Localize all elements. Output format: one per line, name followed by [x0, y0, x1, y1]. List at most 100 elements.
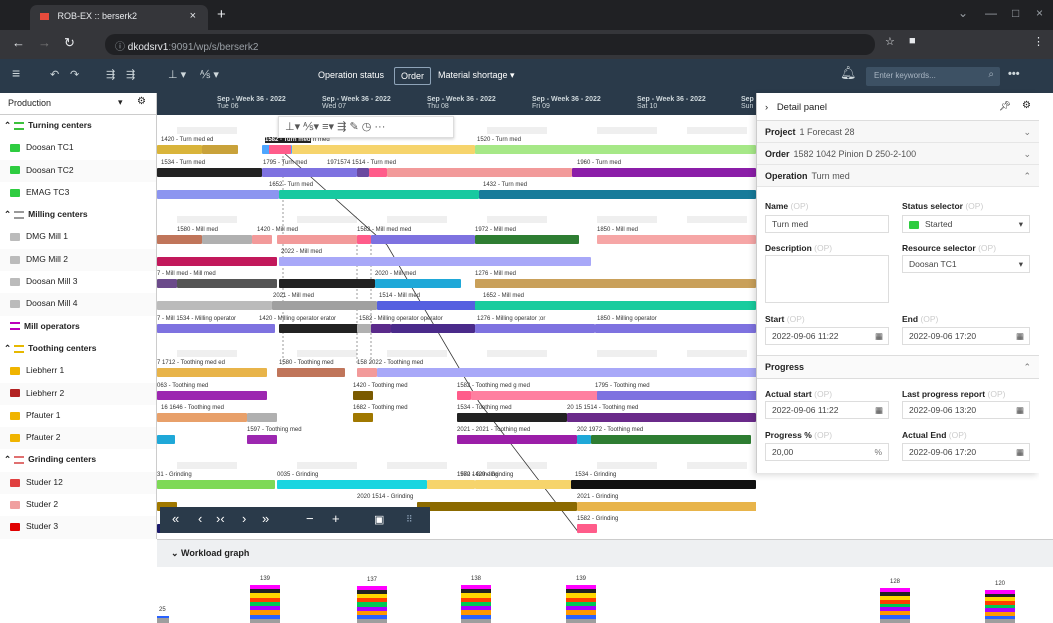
operation-bar[interactable] [353, 390, 373, 400]
operation-bar[interactable] [377, 368, 756, 378]
order-button[interactable]: Order [394, 67, 432, 85]
calendar-icon[interactable]: ▦ [875, 331, 883, 342]
start-date-input[interactable]: 2022-09-06 11:22 ▦ [765, 327, 889, 345]
operation-bar[interactable] [417, 502, 577, 512]
operation-bar[interactable] [269, 145, 291, 155]
prev-button[interactable]: ‹ [198, 511, 202, 526]
resource-row[interactable]: Doosan TC2 [0, 159, 156, 182]
right-scroll-strip[interactable] [1039, 93, 1053, 539]
operation-bar[interactable] [353, 412, 373, 422]
operation-bar[interactable] [387, 167, 572, 177]
search-icon[interactable]: ⌕ [988, 69, 994, 80]
operation-bar[interactable] [277, 234, 357, 244]
operation-bar[interactable] [369, 167, 387, 177]
operation-bar[interactable] [577, 502, 756, 512]
outdent-icon[interactable]: ⇶ [126, 68, 135, 81]
progress-input[interactable]: 20,00% [765, 443, 889, 461]
collapse-icon[interactable]: ⌃ [4, 209, 11, 219]
operation-bar[interactable] [279, 256, 591, 266]
resource-group[interactable]: ⌃ Milling centers [0, 204, 156, 226]
resource-row[interactable]: Liebherr 1 [0, 360, 156, 382]
resource-select[interactable]: Doosan TC1 ▾ [902, 255, 1030, 273]
project-row[interactable]: Project 1 Forecast 28 ⌄ [757, 121, 1039, 143]
operation-bar[interactable] [202, 234, 252, 244]
material-shortage-button[interactable]: Material shortage ▾ [432, 67, 521, 85]
equal-icon[interactable]: ≡▾ [322, 121, 334, 133]
operation-bar[interactable] [157, 412, 247, 422]
operation-bar[interactable] [371, 323, 391, 333]
resource-row[interactable]: DMG Mill 1 [0, 226, 156, 248]
actual-end-input[interactable]: 2022-09-06 17:20 ▦ [902, 443, 1030, 461]
pencil-icon[interactable]: ✎ [349, 121, 358, 133]
operation-bar[interactable] [157, 234, 202, 244]
operation-bar[interactable] [157, 145, 202, 155]
search-input[interactable]: Enter keywords... ⌕ [866, 67, 1000, 86]
operation-bar[interactable] [479, 189, 756, 199]
operation-bar[interactable] [272, 301, 377, 311]
operation-bar[interactable] [157, 479, 275, 489]
operation-bar[interactable] [572, 167, 756, 177]
reload-icon[interactable]: ↻ [64, 35, 75, 51]
resource-row[interactable]: Pfauter 2 [0, 427, 156, 450]
operation-bar[interactable] [277, 479, 427, 489]
url-field[interactable]: ⓘ dkodsrv1:9091/wp/s/berserk2 [105, 34, 875, 55]
operation-bar[interactable] [277, 368, 345, 378]
close-tab-icon[interactable]: × [190, 10, 196, 22]
operation-bar[interactable] [475, 479, 571, 489]
operation-bar[interactable] [597, 390, 756, 400]
workload-bar[interactable] [461, 585, 491, 623]
operation-bar[interactable] [457, 412, 567, 422]
gear-icon[interactable]: ⚙ [1022, 100, 1031, 111]
workload-bar[interactable] [566, 585, 596, 623]
operation-bar[interactable] [279, 323, 359, 333]
last-page-button[interactable]: » [262, 511, 269, 526]
operation-bar[interactable] [457, 435, 577, 445]
clock-icon[interactable]: ◷ [362, 121, 372, 133]
resource-row[interactable]: Mill operators [0, 316, 156, 338]
indent-icon[interactable]: ⇶ [106, 68, 115, 81]
collapse-icon[interactable]: ⌃ [4, 343, 11, 353]
more-icon[interactable]: ··· [374, 121, 385, 133]
hamburger-menu-icon[interactable]: ≡ [12, 65, 20, 81]
maximize-icon[interactable]: □ [1012, 6, 1019, 20]
browser-tab[interactable]: ROB-EX :: berserk2 × [30, 5, 208, 30]
order-row[interactable]: Order 1582 1042 Pinion D 250-2-100 ⌄ [757, 143, 1039, 165]
operation-bar[interactable] [595, 323, 756, 333]
resource-row[interactable]: EMAG TC3 [0, 182, 156, 204]
first-page-button[interactable]: « [172, 511, 179, 526]
operation-bar[interactable] [177, 279, 277, 289]
operation-bar[interactable] [475, 323, 595, 333]
gear-icon[interactable]: ⚙ [137, 96, 146, 107]
actual-start-input[interactable]: 2022-09-06 11:22 ▦ [765, 401, 889, 419]
operation-bar[interactable] [157, 390, 267, 400]
operation-bar[interactable] [591, 435, 751, 445]
collapse-icon[interactable]: ⌃ [4, 454, 11, 464]
resource-row[interactable]: Studer 12 [0, 471, 156, 495]
align-icon[interactable]: ⊥ ▾ [168, 68, 186, 81]
collapse-panel-icon[interactable]: › [765, 102, 768, 113]
operation-bar[interactable] [252, 234, 272, 244]
profile-icon[interactable]: ■ [909, 35, 916, 47]
operation-bar[interactable] [292, 145, 475, 155]
workload-bar[interactable] [357, 586, 387, 623]
indent-icon[interactable]: ⇶ [337, 121, 346, 133]
workload-header[interactable]: ⌄ Workload graph [157, 540, 1053, 567]
zoom-out-button[interactable]: − [306, 511, 314, 526]
calendar-icon[interactable]: ▦ [1016, 405, 1024, 416]
operation-bar[interactable] [375, 279, 461, 289]
operation-bar[interactable] [247, 435, 277, 445]
align-icon[interactable]: ⊥▾ [285, 121, 300, 133]
operation-bar[interactable] [157, 301, 272, 311]
operation-bar[interactable] [357, 234, 371, 244]
calendar-icon[interactable]: ▦ [1016, 331, 1024, 342]
minimize-icon[interactable]: — [985, 6, 997, 20]
forward-icon[interactable]: → [38, 35, 51, 50]
operation-bar[interactable] [577, 524, 597, 534]
resource-row[interactable]: Studer 2 [0, 494, 156, 516]
operation-bar[interactable] [157, 167, 262, 177]
operation-bar[interactable] [457, 390, 471, 400]
resource-row[interactable]: DMG Mill 2 [0, 248, 156, 272]
operation-bar[interactable] [475, 301, 756, 311]
operation-bar[interactable] [157, 368, 267, 378]
operation-bar[interactable] [475, 279, 756, 289]
